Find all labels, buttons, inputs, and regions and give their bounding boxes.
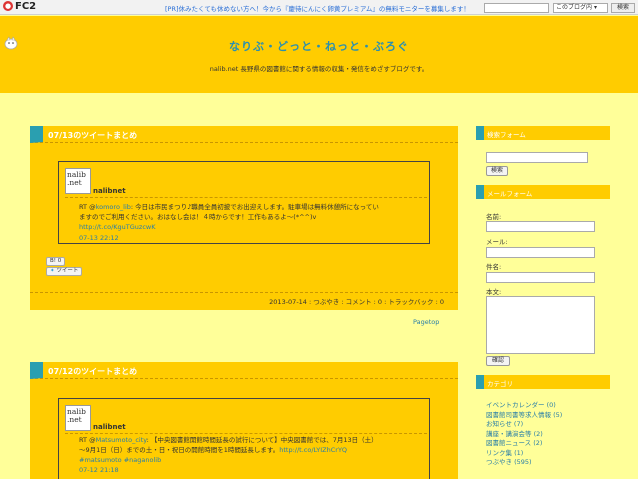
category-item[interactable]: 図書館ニュース (2) [486,439,562,449]
mail-address-label: メール: [486,238,508,246]
sidebar-search-title: 検索フォーム [487,131,526,139]
sidebar-category-title: カテゴリ [487,380,513,388]
bird-icon: ✦ [50,268,55,274]
tweet-text: RT @komoro_lib: 今日は市民まつり♪職員全員初披でお出迎えします。… [79,202,421,232]
tweet-mention-link[interactable]: komoro_lib [96,203,131,211]
post-title-bar: 07/12のツイートまとめ [30,362,458,379]
fc2-logo-text: FC2 [15,1,37,12]
category-item[interactable]: つぶやき (595) [486,458,562,468]
tweet-divider [65,433,427,434]
pagetop-link[interactable]: Pagetop [413,318,439,326]
fc2-logo-icon: ● [3,1,13,11]
tweet-body-line2: ますのでご利用ください。おはなし会は！４時からです！工作もあるよ〜(*^^)v [79,213,317,221]
category-item[interactable]: リンク集 (1) [486,449,562,459]
tweet-rt-prefix: RT @ [79,203,96,211]
tweet-text: RT @Matsumoto_city: 【中央図書館開館時間延長の試行について】… [79,435,421,465]
category-item[interactable]: 図書館司書等求人情報 (5) [486,411,562,421]
sidebar-mail-title: メールフォーム [487,190,533,198]
post-0712: 07/12のツイートまとめ nalib .net nalibnet RT @Ma… [30,362,458,479]
post-0713: 07/13のツイートまとめ nalib .net nalibnet RT @ko… [30,126,458,310]
sidebar-search-input[interactable] [486,152,588,163]
sidebar-search-button[interactable]: 検索 [486,166,508,176]
tweet-link[interactable]: http://t.co/KguTGuzcwK [79,223,155,231]
post-footer[interactable]: 2013-07-14 : つぶやき : コメント : 0 : トラックバック :… [30,292,458,306]
mail-name-label: 名前: [486,213,502,221]
sidebar-category-header: カテゴリ [476,375,610,389]
tweet-avatar[interactable]: nalib .net [65,405,91,431]
sidebar-mail-header: メールフォーム [476,185,610,199]
tweet-username[interactable]: nalibnet [93,423,126,431]
category-item[interactable]: 講座・講演会等 (2) [486,430,562,440]
mail-confirm-button[interactable]: 確認 [486,356,510,366]
category-item[interactable]: イベントカレンダー (0) [486,401,562,411]
tweet-link[interactable]: http://t.co/LYIZhCrYQ [279,446,347,454]
tweet-body-line1: : 今日は市民まつり♪職員全員初披でお出迎えします。駐車場は無料休憩所になってい [130,203,379,211]
search-scope-select[interactable]: このブログ内 ▾ [553,3,608,13]
tweet-hashtags[interactable]: #matsumoto #naganolib [79,456,161,464]
fc2-toolbar: ● FC2 [PR]休みたくても休めない方へ！今から『慶待にんにく卵黄プレミアム』… [0,0,638,15]
tweet-share-label: ツイート [56,268,79,274]
post-title-bar: 07/13のツイートまとめ [30,126,458,143]
post-title[interactable]: 07/13のツイートまとめ [48,130,137,141]
blog-title[interactable]: なりぶ・どっと・ねっと・ぶろぐ [0,38,638,54]
blog-description: nalib.net 長野県の図書館に関する情報の収集・発信をめざすブログです。 [209,65,429,73]
toolbar-search-input[interactable] [484,3,549,13]
mail-body-textarea[interactable] [486,296,595,354]
mail-name-field[interactable] [486,221,595,232]
tweet-mention-link[interactable]: Matsumoto_city [96,436,147,444]
tweet-rt-prefix: RT @ [79,436,96,444]
sidebar-search-header: 検索フォーム [476,126,610,140]
promo-link[interactable]: [PR]休みたくても休めない方へ！今から『慶待にんにく卵黄プレミアム』の無料モニ… [165,3,470,13]
tweet-username[interactable]: nalibnet [93,187,126,195]
tweet-box: nalib .net nalibnet RT @komoro_lib: 今日は市… [58,161,430,244]
hatena-bookmark-label: B! 0 [50,258,62,264]
toolbar-search-button[interactable]: 検索 [611,3,635,13]
mail-subject-label: 件名: [486,263,502,271]
tweet-avatar[interactable]: nalib .net [65,168,91,194]
mail-subject-field[interactable] [486,272,595,283]
tweet-body-line2: 〜9月1日（日）までの土・日・祝日の開館時間を1時間延長します。 [79,446,280,454]
search-scope-label: このブログ内 [556,4,593,11]
mail-body-label: 本文: [486,288,502,296]
category-item[interactable]: お知らせ (7) [486,420,562,430]
tweet-body-line1: : 【中央図書館開館時間延長の試行について】中央図書館では、7月13日（土） [146,436,378,444]
hatena-bookmark-button[interactable]: B! 0 [46,257,66,266]
tweet-box: nalib .net nalibnet RT @Matsumoto_city: … [58,398,430,479]
tweet-timestamp[interactable]: 07-12 21:18 [79,466,119,474]
mail-address-field[interactable] [486,247,595,258]
blog-header: なりぶ・どっと・ねっと・ぶろぐ nalib.net 長野県の図書館に関する情報の… [0,16,638,93]
tweet-share-button[interactable]: ✦ ツイート [46,267,83,276]
post-title[interactable]: 07/12のツイートまとめ [48,366,137,377]
fc2-logo[interactable]: ● FC2 [3,1,36,12]
tweet-timestamp[interactable]: 07-13 22:12 [79,234,119,242]
category-list: イベントカレンダー (0) 図書館司書等求人情報 (5) お知らせ (7) 講座… [486,401,562,468]
chevron-down-icon: ▾ [593,4,597,11]
tweet-divider [65,197,427,198]
